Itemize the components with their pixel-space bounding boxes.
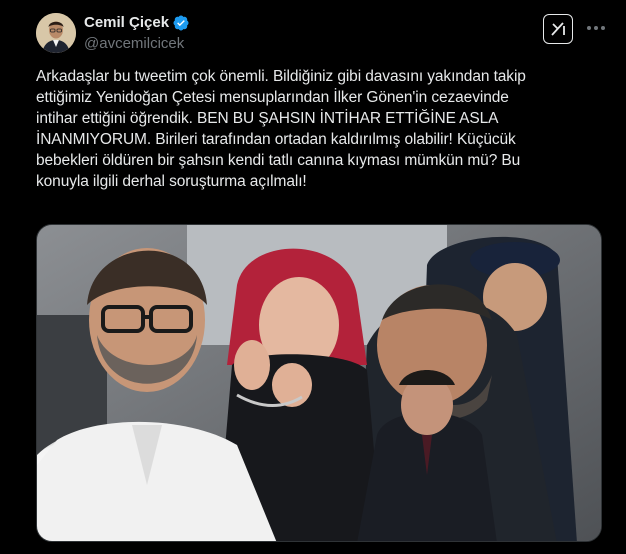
author-handle[interactable]: @avcemilcicek [84,35,184,52]
author-display-name[interactable]: Cemil Çiçek [84,14,169,31]
avatar[interactable] [36,13,76,53]
author-name-row[interactable]: Cemil Çiçek [84,14,189,31]
grok-icon [551,22,565,36]
more-icon[interactable] [584,18,608,38]
grok-button[interactable] [543,14,573,44]
tweet-media-image[interactable] [36,224,602,542]
verified-badge-icon[interactable] [173,14,189,31]
tweet: Cemil Çiçek @avcemilcicek Arkadaşlar bu … [0,0,626,554]
tweet-text: Arkadaşlar bu tweetim çok önemli. Bildiğ… [36,68,526,190]
